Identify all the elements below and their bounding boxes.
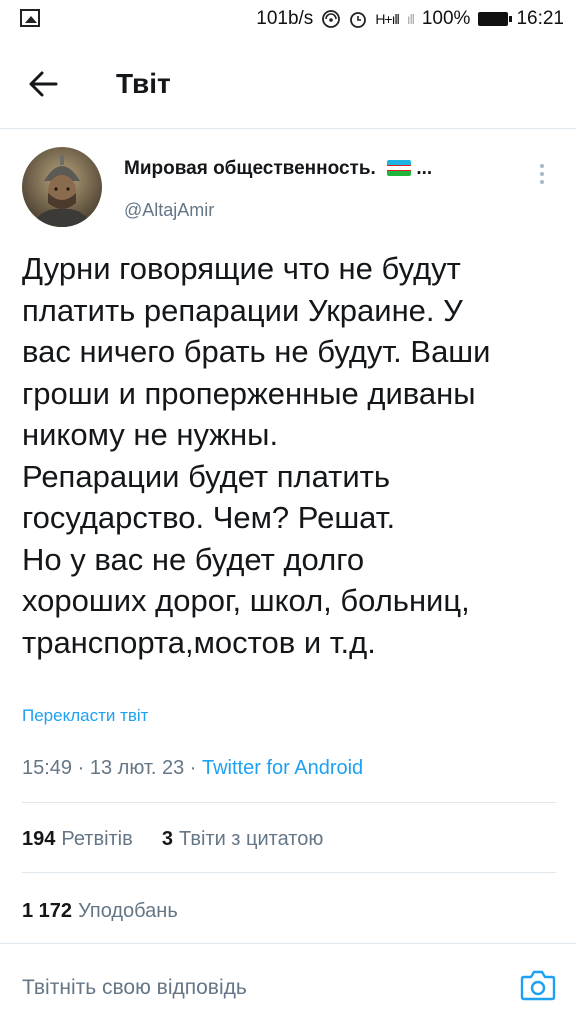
tweet-text-line: транспорта,мостов и т.д. (22, 624, 376, 660)
divider (22, 802, 556, 803)
tweet-text-line: вас ничего брать не будут. Ваши (22, 334, 491, 369)
tweet-date: 13 лют. 23 (89, 757, 185, 779)
status-bar: 101b/s H+ıll ıll 100% 16:21 (0, 0, 576, 40)
likes-label: Уподобань (78, 900, 178, 922)
author-name[interactable]: Мировая общественность. ... (124, 158, 432, 180)
tweet-text-line: хороших дорог, школ, больниц, (22, 583, 470, 618)
likes-stat[interactable]: 1 172 Уподобань (22, 900, 178, 923)
author-name-ellipsis: ... (416, 158, 433, 179)
uzbekistan-flag-icon (387, 160, 412, 176)
tweet-time: 15:49 (22, 757, 73, 779)
battery-icon (478, 12, 513, 26)
tweet-timestamp: 15:49 · 13 лют. 23 · Twitter for Android (22, 757, 363, 780)
reply-bar: Твітніть свою відповідь (0, 943, 576, 1025)
author-handle[interactable]: @AltajAmir (124, 200, 214, 221)
separator: · (77, 757, 85, 779)
likes-count: 1 172 (22, 900, 73, 922)
signal-strength-1: H+ıll (375, 11, 399, 27)
translate-tweet-link[interactable]: Перекласти твіт (22, 706, 148, 726)
tweet-text-line: Но у вас не будет долго (22, 541, 365, 577)
tweet-text-line: государство. Чем? Решат. (22, 500, 396, 535)
author-name-text: Мировая общественность. (124, 158, 376, 179)
back-button[interactable] (22, 64, 66, 104)
retweets-label: Ретвітів (61, 828, 133, 850)
tweet-text-line: никому не нужны. (22, 417, 279, 452)
quotes-stat[interactable]: 3 Твіти з цитатою (162, 828, 323, 850)
tweet-text-line: Репарации будет платить (22, 458, 391, 494)
page-title: Твіт (116, 68, 171, 99)
network-speed: 101b/s (256, 8, 314, 29)
wifi-icon (322, 10, 341, 28)
quotes-count: 3 (161, 828, 174, 850)
quotes-label: Твіти з цитатою (179, 828, 324, 850)
app-header: Твіт (0, 40, 576, 129)
divider (22, 872, 556, 873)
back-arrow-icon (29, 71, 58, 97)
retweets-count: 194 (22, 828, 56, 850)
avatar-image (22, 147, 102, 227)
camera-icon[interactable] (520, 968, 556, 1002)
tweet-text-line: платить репарации Украине. У (22, 292, 463, 328)
tweet-text: Дурни говорящие что не будут платить реп… (22, 248, 562, 663)
tweet-text-line: Дурни говорящие что не будут (22, 251, 461, 286)
status-bar-right: 101b/s H+ıll ıll 100% 16:21 (256, 8, 564, 30)
retweets-stat[interactable]: 194 Ретвітів (22, 828, 138, 850)
separator: · (189, 757, 197, 779)
image-icon (20, 9, 40, 27)
retweet-stats: 194 Ретвітів 3 Твіти з цитатою (22, 828, 323, 851)
tweet-text-line: гроши и проперженные диваны (22, 375, 476, 411)
reply-input[interactable]: Твітніть свою відповідь (22, 976, 247, 1000)
tweet-source-link[interactable]: Twitter for Android (202, 757, 363, 779)
avatar[interactable] (22, 147, 102, 227)
battery-percent: 100% (421, 8, 471, 29)
alarm-icon (350, 12, 367, 28)
more-vertical-icon[interactable] (530, 160, 554, 192)
signal-strength-2: ıll (406, 11, 415, 27)
clock: 16:21 (516, 8, 564, 29)
